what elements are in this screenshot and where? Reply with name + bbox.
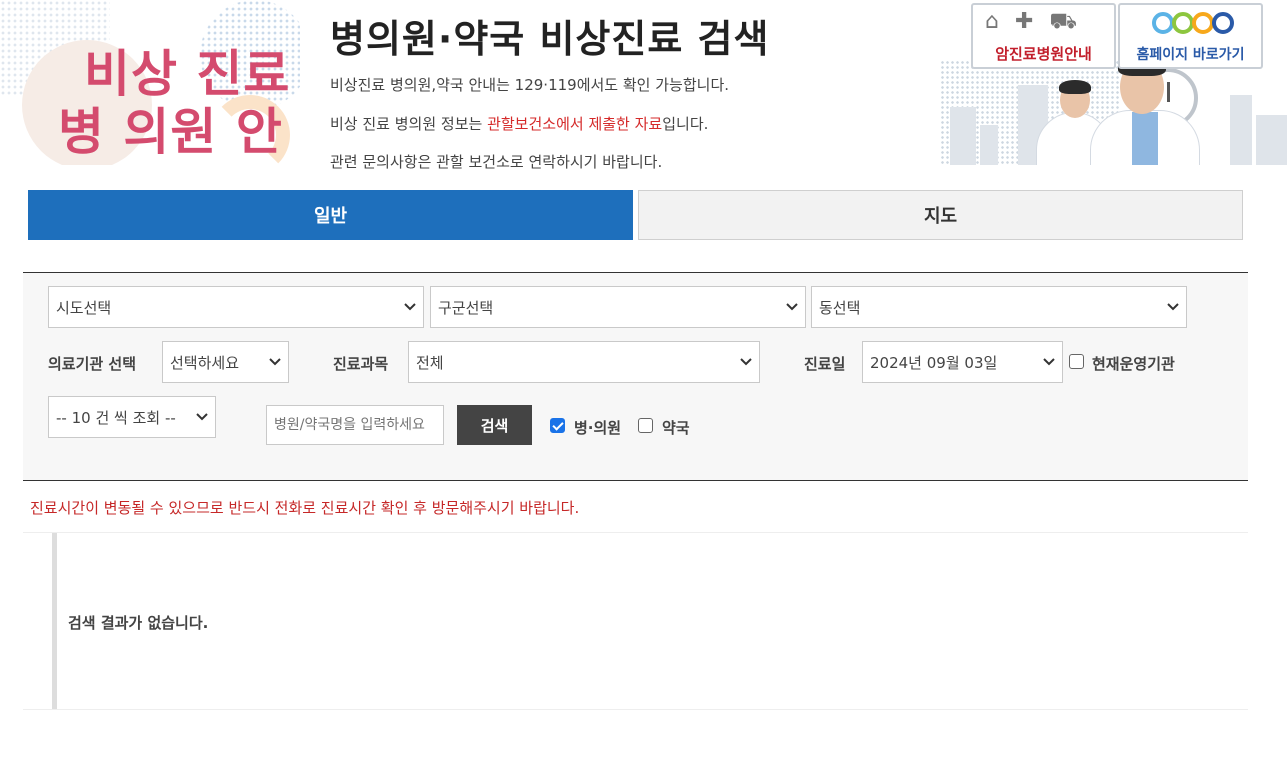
homepage-logo-icon [1172, 12, 1194, 34]
info-line-source-post: 입니다. [662, 115, 709, 133]
chevron-down-icon [196, 413, 208, 421]
page-size-select-value: -- 10 건 씩 조회 -- [56, 408, 176, 427]
info-line-source-highlight: 관할보건소에서 제출한 자료 [487, 115, 663, 133]
homepage-logo-icon [1192, 12, 1214, 34]
info-line-source-pre: 비상 진료 병의원 정보는 [330, 115, 488, 133]
chevron-down-icon [1167, 303, 1179, 311]
building-illustration [950, 107, 976, 165]
gugun-select-value: 구군선택 [438, 298, 494, 317]
pharmacy-checkbox[interactable] [638, 418, 653, 433]
info-line-contact: 비상진료 병의원,약국 안내는 129·119에서도 확인 가능합니다. [330, 76, 730, 94]
department-select[interactable]: 전체 [408, 341, 760, 383]
dong-select-value: 동선택 [819, 298, 861, 317]
date-label: 진료일 [804, 355, 846, 373]
homepage-logo-icon [1212, 12, 1234, 34]
empty-results-message: 검색 결과가 없습니다. [68, 614, 209, 632]
search-button[interactable]: 검색 [457, 405, 532, 445]
institution-select-value: 선택하세요 [170, 353, 240, 372]
gugun-select[interactable]: 구군선택 [430, 286, 806, 328]
chevron-down-icon [786, 303, 798, 311]
results-accent-bar [52, 533, 57, 709]
notice-message: 진료시간이 변동될 수 있으므로 반드시 전화로 진료시간 확인 후 방문해주시… [30, 499, 580, 517]
open-now-checkbox[interactable] [1069, 354, 1084, 369]
chevron-down-icon [404, 303, 416, 311]
cancer-hospital-link[interactable]: ⌂✚⛟ 암진료병원안내 [971, 3, 1116, 69]
homepage-link[interactable]: 홈페이지 바로가기 [1118, 3, 1263, 69]
chevron-down-icon [1043, 358, 1055, 366]
institution-select[interactable]: 선택하세요 [162, 341, 289, 383]
institution-label: 의료기관 선택 [48, 355, 137, 373]
tab-map[interactable]: 지도 [638, 190, 1243, 240]
department-select-value: 전체 [416, 353, 444, 372]
logo-text-line2: 병 의원 안내 [58, 103, 283, 161]
building-illustration [980, 125, 998, 165]
info-line-inquiry: 관련 문의사항은 관할 보건소로 연락하시기 바랍니다. [330, 153, 663, 171]
date-select[interactable]: 2024년 09월 03일 [862, 341, 1063, 383]
chevron-down-icon [269, 358, 281, 366]
doctor-illustration [1132, 112, 1158, 165]
hospital-icons: ⌂✚⛟ [985, 9, 1094, 34]
hospital-name-search-input[interactable] [266, 405, 444, 445]
chevron-down-icon [740, 358, 752, 366]
building-illustration [1230, 95, 1252, 165]
department-label: 진료과목 [333, 355, 389, 373]
page-size-select[interactable]: -- 10 건 씩 조회 -- [48, 396, 216, 438]
hospital-checkbox-label: 병·의원 [574, 419, 622, 437]
sido-select-value: 시도선택 [56, 298, 112, 317]
hospital-checkbox[interactable] [550, 418, 565, 433]
date-select-value: 2024년 09월 03일 [870, 353, 998, 372]
sido-select[interactable]: 시도선택 [48, 286, 424, 328]
building-illustration [1256, 115, 1287, 165]
page-title: 병의원·약국 비상진료 검색 [330, 17, 770, 61]
dong-select[interactable]: 동선택 [811, 286, 1187, 328]
emergency-care-logo: 비상 진료 병 의원 안내 [0, 0, 300, 165]
doctor-illustration [1059, 80, 1091, 94]
header-banner: ⌂✚⛟ 암진료병원안내 홈페이지 바로가기 [940, 0, 1287, 165]
homepage-label: 홈페이지 바로가기 [1136, 47, 1245, 63]
pharmacy-checkbox-label: 약국 [662, 419, 690, 437]
results-panel: 검색 결과가 없습니다. [23, 532, 1248, 710]
cancer-hospital-label: 암진료병원안내 [995, 45, 1092, 63]
tab-general[interactable]: 일반 [28, 190, 633, 240]
search-panel: 시도선택 구군선택 동선택 의료기관 선택 선택하세요 진료과목 전체 진료일 … [23, 272, 1248, 481]
open-now-label: 현재운영기관 [1092, 355, 1175, 373]
info-line-source: 비상 진료 병의원 정보는 관할보건소에서 제출한 자료입니다. [330, 113, 708, 134]
homepage-logo-icon [1152, 12, 1174, 34]
